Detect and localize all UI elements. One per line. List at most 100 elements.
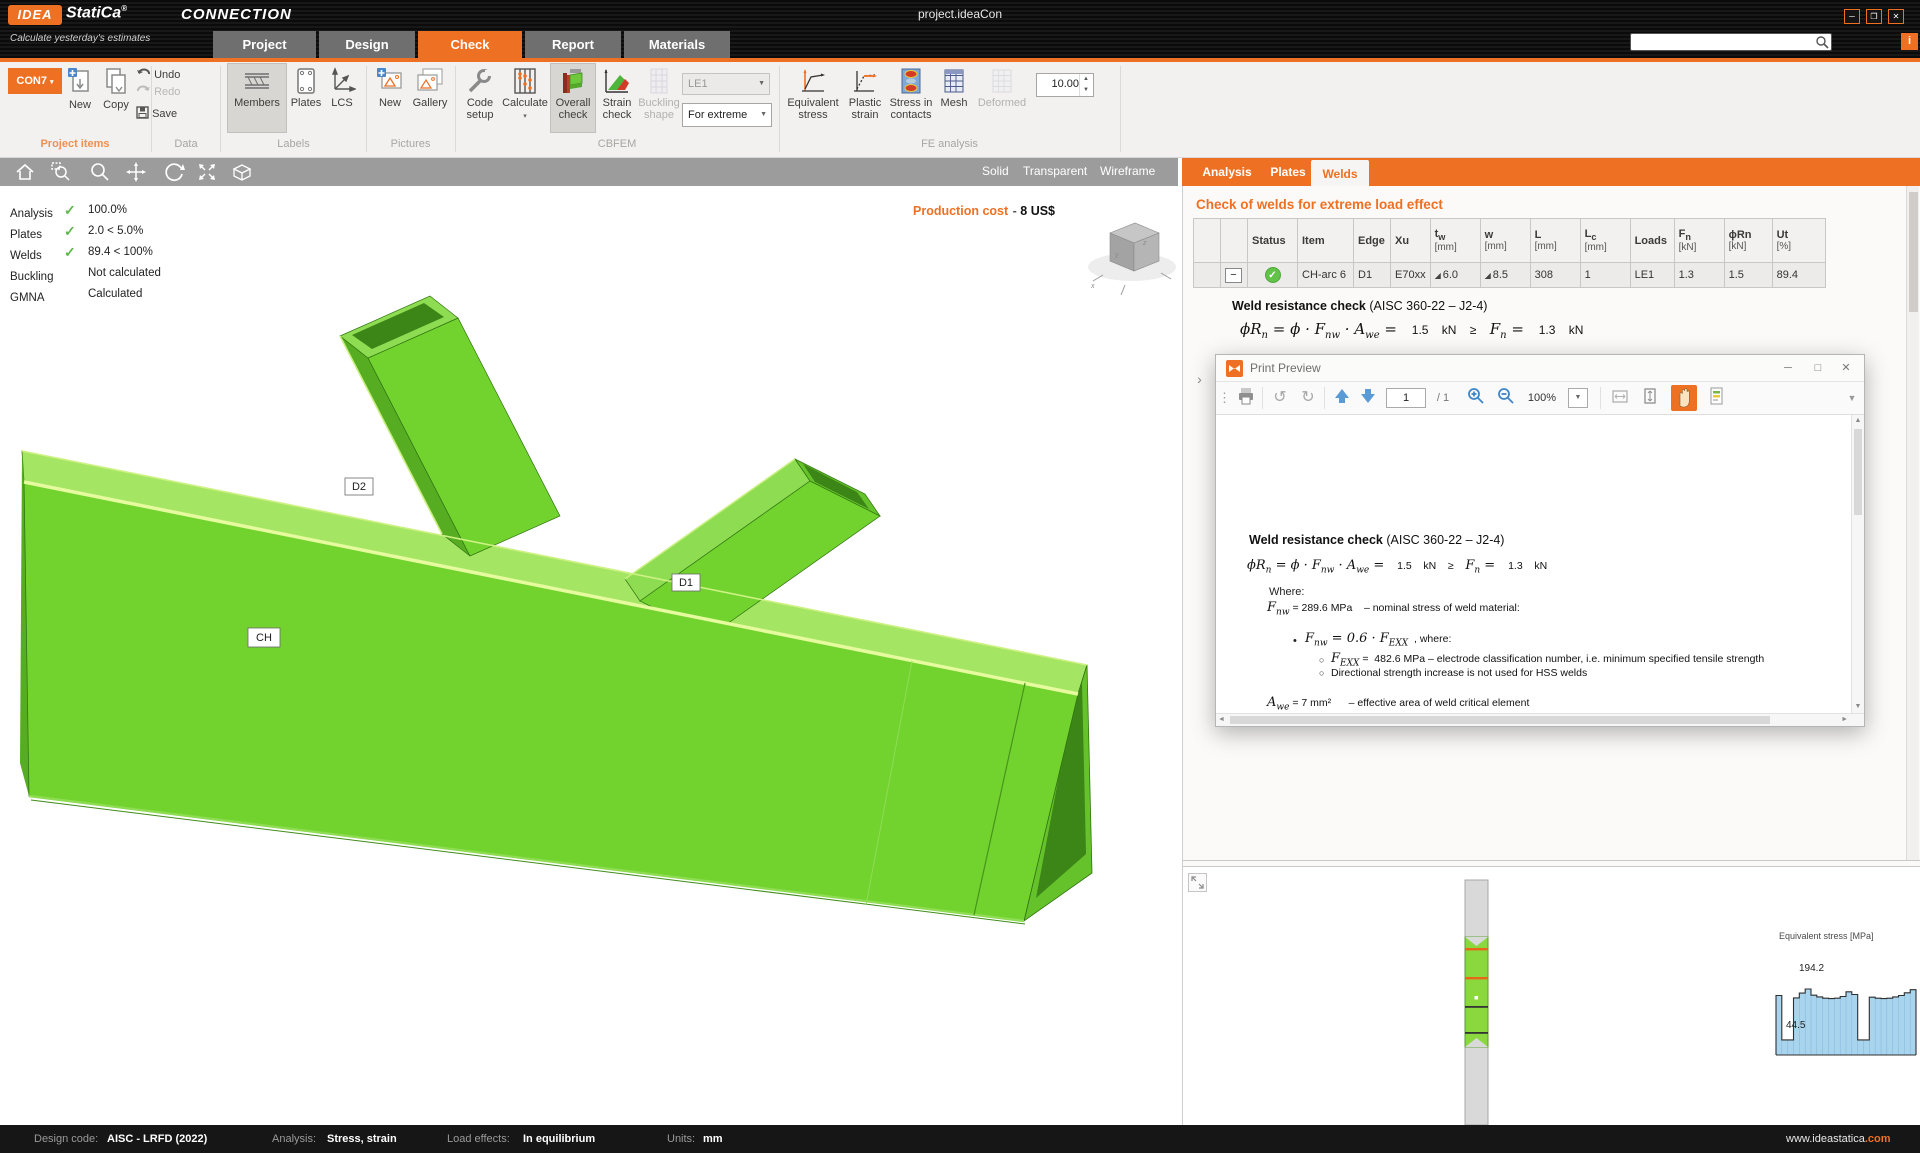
load-effect-dropdown[interactable]: LE1▼ bbox=[682, 73, 770, 95]
panel-collapse-chevron[interactable]: › bbox=[1193, 366, 1206, 392]
pp-redo-icon[interactable]: ↻ bbox=[1296, 386, 1320, 410]
kebab-menu-icon[interactable]: ⋮ bbox=[1218, 386, 1230, 410]
mesh-button[interactable]: Mesh bbox=[936, 64, 972, 132]
calculate-button[interactable]: Calculate▾ bbox=[501, 64, 549, 132]
tab-check[interactable]: Check bbox=[418, 31, 522, 58]
maximize-button[interactable]: ❐ bbox=[1866, 9, 1882, 24]
member-label-d2[interactable]: D2 bbox=[345, 478, 373, 495]
print-preview-window[interactable]: Print Preview ─ □ ✕ ⋮ ↺ ↻ 1 / 1 bbox=[1215, 354, 1865, 727]
member-label-ch[interactable]: CH bbox=[248, 628, 280, 647]
toolbar-overflow-icon[interactable]: ▼ bbox=[1844, 386, 1860, 410]
print-preview-page[interactable]: Weld resistance check (AISC 360-22 – J2-… bbox=[1216, 415, 1864, 713]
3d-model-viewport[interactable]: D2 D1 CH bbox=[0, 186, 1178, 1125]
scroll-down-icon[interactable]: ▼ bbox=[1852, 701, 1864, 713]
stress-in-contacts-button[interactable]: Stress in contacts bbox=[887, 64, 935, 132]
new-picture-button[interactable]: New bbox=[372, 64, 408, 132]
page-number-input[interactable]: 1 bbox=[1386, 388, 1426, 408]
deformed-scale-stepper[interactable]: 10.00 ▲▼ bbox=[1036, 73, 1094, 97]
pp-vscroll-thumb[interactable] bbox=[1854, 429, 1862, 515]
next-page-button[interactable] bbox=[1356, 386, 1380, 410]
strain-check-button[interactable]: Strain check bbox=[596, 64, 638, 132]
undo-button[interactable]: Undo bbox=[136, 68, 180, 84]
solid-view-icon[interactable] bbox=[231, 161, 253, 183]
scroll-up-icon[interactable]: ▲ bbox=[1852, 415, 1864, 427]
info-button[interactable]: i bbox=[1901, 33, 1918, 50]
fit-width-button[interactable] bbox=[1608, 386, 1632, 410]
save-button[interactable]: Save bbox=[136, 106, 177, 122]
website-link[interactable]: www.ideastatica.com bbox=[1786, 1125, 1891, 1153]
print-preview-titlebar[interactable]: Print Preview ─ □ ✕ bbox=[1216, 355, 1864, 382]
copy-item-button[interactable]: Copy bbox=[99, 64, 133, 132]
plastic-strain-button[interactable]: Plastic strain bbox=[844, 64, 886, 132]
stepper-arrows[interactable]: ▲▼ bbox=[1079, 74, 1092, 96]
zoom-level-value: 100% bbox=[1522, 386, 1562, 410]
home-view-icon[interactable] bbox=[14, 161, 36, 183]
tab-materials[interactable]: Materials bbox=[624, 31, 730, 58]
close-button[interactable]: ✕ bbox=[1888, 9, 1904, 24]
zoom-fit-icon[interactable] bbox=[196, 161, 218, 183]
tab-welds[interactable]: Welds bbox=[1311, 160, 1369, 186]
new-project-item-button[interactable]: New bbox=[64, 64, 96, 132]
pan-tool-button-active[interactable] bbox=[1671, 385, 1697, 411]
pan-icon[interactable] bbox=[125, 161, 147, 183]
equivalent-stress-chart-label: Equivalent stress [MPa] bbox=[1779, 931, 1874, 941]
equivalent-stress-button[interactable]: Equivalent stress bbox=[784, 64, 842, 132]
previous-page-button[interactable] bbox=[1330, 386, 1354, 410]
pp-horizontal-scrollbar[interactable]: ◄ ► bbox=[1216, 713, 1864, 726]
tab-report[interactable]: Report bbox=[525, 31, 621, 58]
zoom-out-button[interactable] bbox=[1494, 386, 1518, 410]
pp-undo-icon[interactable]: ↺ bbox=[1268, 386, 1292, 410]
tab-design[interactable]: Design bbox=[319, 31, 415, 58]
search-box[interactable] bbox=[1630, 33, 1832, 51]
deformed-button[interactable]: Deformed bbox=[974, 64, 1030, 132]
zoom-window-icon[interactable] bbox=[50, 161, 72, 183]
code-setup-button[interactable]: Code setup bbox=[460, 64, 500, 132]
pp-close-button[interactable]: ✕ bbox=[1832, 359, 1860, 378]
zoom-icon[interactable] bbox=[89, 161, 111, 183]
minimize-button[interactable]: ─ bbox=[1844, 9, 1860, 24]
zoom-level-dropdown[interactable]: ▼ bbox=[1568, 388, 1588, 408]
equivalent-stress-chart bbox=[1775, 973, 1917, 1059]
print-preview-title: Print Preview bbox=[1250, 361, 1321, 375]
view-mode-wireframe[interactable]: Wireframe bbox=[1100, 164, 1155, 178]
zoom-in-button[interactable] bbox=[1464, 386, 1488, 410]
plates-labels-button[interactable]: Plates bbox=[289, 64, 323, 132]
lcs-labels-button[interactable]: LCS bbox=[325, 64, 359, 132]
cell-collapse[interactable]: − bbox=[1221, 263, 1248, 288]
weld-result-row[interactable]: − ✓ CH-arc 6 D1 E70xx ◢6.0 ◢8.5 308 1 LE… bbox=[1194, 263, 1826, 288]
export-report-button[interactable] bbox=[1704, 386, 1728, 410]
tab-project[interactable]: Project bbox=[213, 31, 316, 58]
pp-minimize-button[interactable]: ─ bbox=[1774, 359, 1802, 378]
collapse-row-button[interactable]: − bbox=[1225, 268, 1242, 283]
member-label-d1[interactable]: D1 bbox=[672, 574, 700, 591]
expand-panel-button[interactable] bbox=[1188, 873, 1207, 892]
stress-in-contacts-label: Stress in contacts bbox=[887, 97, 935, 121]
scrollbar-thumb[interactable] bbox=[1909, 192, 1918, 312]
extreme-mode-dropdown[interactable]: For extreme▼ bbox=[682, 103, 772, 127]
rotate-icon[interactable] bbox=[163, 161, 185, 183]
redo-button[interactable]: Redo bbox=[136, 85, 180, 101]
pp-hscroll-thumb[interactable] bbox=[1230, 716, 1770, 724]
fit-page-button[interactable] bbox=[1638, 386, 1662, 410]
view-mode-solid[interactable]: Solid bbox=[982, 164, 1009, 178]
panel-splitter[interactable] bbox=[1183, 860, 1920, 861]
redo-label: Redo bbox=[154, 86, 180, 98]
connection-item-dropdown[interactable]: CON7 ▾ bbox=[8, 68, 62, 94]
scroll-left-icon[interactable]: ◄ bbox=[1218, 714, 1225, 726]
tab-analysis[interactable]: Analysis bbox=[1196, 158, 1258, 186]
members-labels-button[interactable]: Members bbox=[228, 64, 286, 132]
search-icon[interactable] bbox=[1815, 35, 1829, 49]
gallery-button[interactable]: Gallery bbox=[409, 64, 451, 132]
view-mode-transparent[interactable]: Transparent bbox=[1023, 164, 1087, 178]
overall-check-button[interactable]: Overall check bbox=[551, 64, 595, 132]
buckling-shape-button[interactable]: Buckling shape bbox=[638, 64, 680, 132]
orientation-cube[interactable]: yzx bbox=[1085, 205, 1180, 300]
print-button[interactable] bbox=[1234, 386, 1258, 410]
pp-maximize-button[interactable]: □ bbox=[1804, 359, 1832, 378]
search-input[interactable] bbox=[1634, 35, 1812, 49]
scroll-right-icon[interactable]: ► bbox=[1841, 714, 1848, 726]
results-scrollbar[interactable] bbox=[1906, 186, 1919, 860]
weld-member-strip[interactable] bbox=[1460, 877, 1494, 1125]
pp-vertical-scrollbar[interactable]: ▲ ▼ bbox=[1851, 415, 1864, 713]
tab-plates[interactable]: Plates bbox=[1263, 158, 1313, 186]
